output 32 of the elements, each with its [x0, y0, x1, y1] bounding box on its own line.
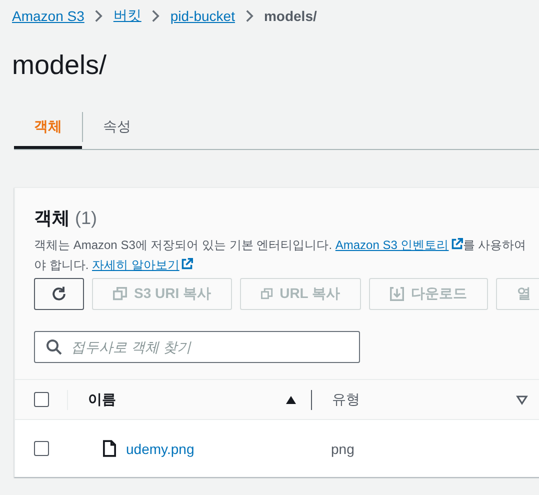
chevron-right-icon: [244, 9, 254, 23]
panel-description: 객체는 Amazon S3에 저장되어 있는 기본 엔터티입니다. Amazon S3 인벤토리 를 사용하여 야 합니다. 자세히 알아보기: [34, 237, 528, 274]
refresh-icon: [50, 285, 68, 303]
panel-heading: 객체: [34, 207, 70, 230]
external-link-icon[interactable]: [181, 258, 194, 270]
chevron-right-icon: [94, 9, 104, 23]
row-checkbox[interactable]: [34, 441, 49, 456]
refresh-button[interactable]: [34, 278, 84, 310]
search-field[interactable]: 접두사로 객체 찾기: [34, 331, 360, 363]
object-count: (1): [75, 208, 97, 229]
tab[interactable]: 속성: [83, 105, 151, 149]
learn-more-link[interactable]: 자세히 알아보기: [92, 258, 194, 272]
search-icon: [46, 339, 62, 355]
sort-icon[interactable]: [516, 394, 528, 404]
copy-icon: [113, 287, 127, 301]
sort-ascending-icon[interactable]: [285, 394, 297, 404]
download-icon: [390, 287, 404, 301]
select-all-checkbox[interactable]: [34, 392, 49, 407]
table-cell: png: [331, 440, 354, 456]
breadcrumb-link[interactable]: Amazon S3: [12, 8, 84, 24]
file-name-link[interactable]: udemy.png: [126, 440, 194, 456]
column-header[interactable]: 이름: [88, 390, 116, 408]
breadcrumb-link[interactable]: 버킷: [113, 7, 142, 25]
chevron-right-icon: [151, 9, 160, 23]
column-header[interactable]: 유형: [332, 390, 360, 408]
file-icon: [103, 440, 116, 457]
breadcrumb-link[interactable]: pid-bucket: [170, 8, 235, 24]
external-link-icon[interactable]: [450, 238, 463, 250]
breadcrumb-current: models/: [264, 8, 317, 24]
page-title: models/: [12, 49, 108, 82]
inventory-link[interactable]: Amazon S3 인벤토리: [335, 238, 463, 252]
copy-icon: [261, 287, 273, 301]
